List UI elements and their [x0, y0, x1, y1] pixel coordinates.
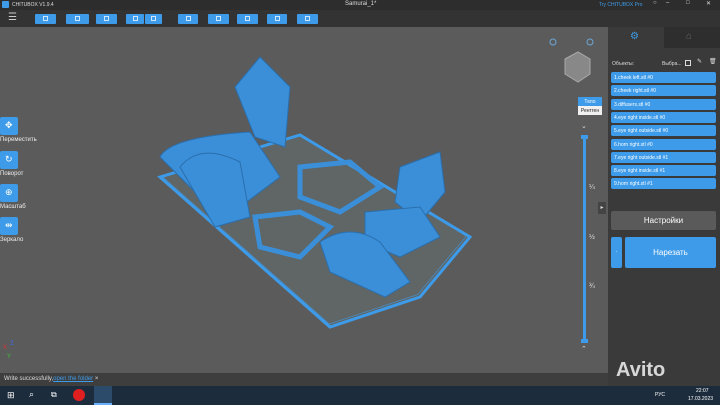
eye-icon — [586, 38, 594, 46]
object-list-item[interactable]: 9.horn right.stl #1 — [611, 178, 716, 190]
object-list-item[interactable]: 3.diffusers.stl #0 — [611, 98, 716, 110]
move-tool-label: Переместить — [0, 137, 37, 143]
select-all-label: Выбра... — [662, 61, 682, 67]
cube-icon — [305, 16, 310, 21]
object-list-item[interactable]: 2.cheek right.stl #0 — [611, 85, 716, 97]
object-list-item[interactable]: 1.cheek left.stl #0 — [611, 72, 716, 83]
scale-icon: ⊕ — [5, 187, 13, 197]
delete-icon[interactable]: 🗑 — [709, 58, 717, 65]
toolbar: ☰ — [0, 10, 720, 27]
search-icon[interactable]: ⌕ — [29, 389, 34, 400]
try-pro-link[interactable]: Try CHITUBOX Pro — [599, 2, 642, 8]
chitubox-taskbar-icon[interactable] — [94, 386, 112, 405]
phone-button[interactable] — [267, 14, 287, 24]
phone-icon — [274, 16, 280, 21]
task-view-icon[interactable]: ⧉ — [51, 390, 57, 400]
building-icon: ⌂ — [686, 31, 693, 42]
avito-watermark: Avito — [616, 359, 666, 381]
language-indicator[interactable]: РУС — [655, 392, 665, 398]
axis-x-label: X — [3, 345, 8, 351]
layout-icon — [104, 16, 109, 21]
hollow-icon — [185, 16, 191, 21]
drain-button[interactable] — [237, 14, 258, 24]
copy-icon — [132, 16, 138, 21]
slider-mark: ½ — [589, 234, 595, 241]
body-view-button[interactable]: Тело — [578, 97, 602, 106]
slider-bottom-handle[interactable] — [581, 339, 588, 343]
axis-z-label: Z — [10, 341, 14, 347]
yandex-browser-icon[interactable] — [73, 389, 85, 401]
app-name: CHITUBOX V1.9.4 — [12, 2, 54, 8]
move-icon: ✥ — [5, 120, 13, 130]
windows-start-icon[interactable]: ⊞ — [7, 390, 15, 401]
status-bar: Write successfully,open the folder × — [0, 373, 608, 386]
auto-layout-button[interactable] — [96, 14, 117, 24]
paste-button[interactable] — [145, 14, 162, 24]
open-file-button[interactable] — [35, 14, 56, 24]
build-plate-scene — [156, 56, 473, 329]
menu-icon[interactable]: ☰ — [8, 12, 17, 23]
scale-tool-button[interactable]: ⊕ — [0, 184, 18, 202]
close-button[interactable]: ✕ — [706, 0, 711, 7]
cube-button[interactable] — [297, 14, 318, 24]
collapse-panel-button[interactable]: ▸ — [598, 202, 606, 214]
rotate-tool-label: Поворот — [0, 171, 24, 177]
status-message: Write successfully, — [4, 376, 54, 382]
slice-button[interactable]: Нарезать — [625, 237, 716, 268]
hollow-button[interactable] — [178, 14, 198, 24]
rotate-tool-button[interactable]: ↻ — [0, 151, 18, 169]
open-folder-link[interactable]: open the folder — [53, 376, 93, 382]
mirror-tool-button[interactable]: ⇹ — [0, 217, 18, 235]
gear-icon: ⚙ — [630, 31, 639, 42]
status-close-button[interactable]: × — [95, 376, 99, 382]
title-bar: CHITUBOX V1.9.4 Samurai_1* Try CHITUBOX … — [0, 0, 720, 10]
document-title: Samurai_1* — [345, 1, 377, 7]
rotate-icon: ↻ — [5, 154, 13, 164]
objects-label: Объекты: — [612, 61, 635, 67]
chevron-down-icon[interactable]: ⌄ — [581, 122, 587, 130]
mirror-tool-label: Зеркало — [0, 237, 24, 243]
slice-options-button[interactable]: · — [611, 237, 622, 268]
xray-view-button[interactable]: Рентген — [578, 106, 602, 115]
object-list-item[interactable]: 6.horn right.stl #0 — [611, 138, 716, 150]
copy-button[interactable] — [126, 14, 144, 24]
save-icon — [75, 16, 80, 21]
file-icon — [43, 16, 48, 21]
slider-mark: ¼ — [589, 184, 595, 191]
tab-platform[interactable]: ⌂ — [664, 27, 720, 48]
save-button[interactable] — [66, 14, 89, 24]
move-tool-button[interactable]: ✥ — [0, 117, 18, 135]
3d-viewport[interactable]: Тело Рентген ⌄ ¼ ½ ¾ ⌃ ▸ ✥ Переместить ↻… — [0, 27, 608, 373]
paste-icon — [151, 16, 156, 21]
edit-icon[interactable]: ✎ — [697, 58, 702, 65]
support-button[interactable] — [208, 14, 229, 24]
chevron-up-icon[interactable]: ⌃ — [581, 345, 587, 353]
object-list-item[interactable]: 5.eye right outside.stl #0 — [611, 125, 716, 137]
object-list-item[interactable]: 7.eye right outside.stl #1 — [611, 151, 716, 163]
right-panel: ⚙ ⌂ Объекты: Выбра... ✎ 🗑 1.cheek left.s… — [608, 27, 720, 386]
clock-time: 22:07 — [696, 388, 709, 394]
scale-tool-label: Масштаб — [0, 204, 26, 210]
axis-y-label: Y — [7, 354, 12, 360]
slider-top-handle[interactable] — [581, 135, 588, 139]
object-list-item[interactable]: 8.eye right inside.stl #1 — [611, 165, 716, 177]
settings-button[interactable]: Настройки — [611, 211, 716, 230]
taskbar: ⊞ ⌕ ⧉ РУС 22:07 17.03.2023 — [0, 386, 720, 405]
minimize-button[interactable]: – — [666, 0, 669, 6]
layer-slider[interactable] — [583, 137, 586, 342]
slider-mark: ¾ — [589, 283, 595, 290]
maximize-button[interactable]: □ — [686, 0, 690, 6]
object-list-item[interactable]: 4.eye right inside.stl #0 — [611, 111, 716, 123]
select-all-checkbox[interactable] — [685, 60, 691, 66]
support-icon — [216, 16, 221, 21]
home-view-icon — [549, 38, 557, 46]
app-logo-icon — [2, 1, 9, 8]
tab-settings[interactable]: ⚙ — [608, 27, 664, 48]
mirror-icon: ⇹ — [5, 220, 13, 230]
user-icon[interactable]: ○ — [653, 0, 657, 6]
clock-date: 17.03.2023 — [688, 396, 714, 402]
drain-icon — [245, 16, 250, 21]
